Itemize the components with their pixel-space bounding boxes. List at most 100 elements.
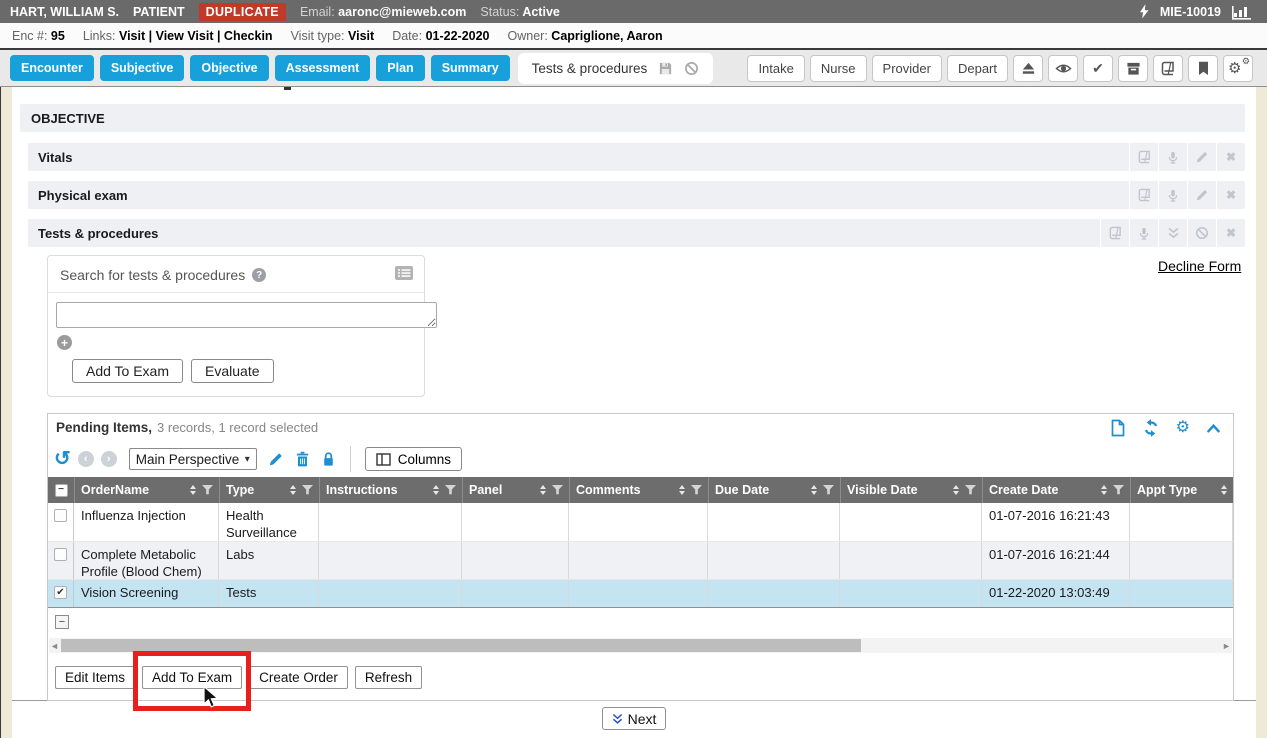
row-checkbox[interactable]	[54, 548, 67, 561]
filter-icon[interactable]	[1113, 485, 1124, 495]
sort-icon[interactable]	[679, 485, 685, 495]
physical-edit-button[interactable]	[1187, 181, 1216, 209]
save-icon[interactable]	[658, 61, 673, 76]
tests-dictate-button[interactable]	[1129, 219, 1158, 247]
col-type[interactable]: Type	[219, 477, 319, 503]
sort-icon[interactable]	[953, 485, 959, 495]
tests-disable-button[interactable]	[1187, 219, 1216, 247]
vitals-dictate-button[interactable]	[1158, 143, 1187, 171]
vitals-reference-button[interactable]	[1129, 143, 1158, 171]
scrollbar-thumb[interactable]	[61, 639, 861, 652]
chart-icon[interactable]	[1231, 4, 1253, 20]
filter-icon[interactable]	[445, 485, 456, 495]
bolt-icon[interactable]	[1139, 4, 1150, 19]
next-button[interactable]: Next	[602, 707, 667, 730]
ban-icon[interactable]	[684, 61, 699, 76]
tab-objective[interactable]: Objective	[190, 55, 268, 81]
add-to-exam-button-top[interactable]: Add To Exam	[72, 359, 183, 383]
plus-icon[interactable]: +	[57, 335, 72, 350]
sort-icon[interactable]	[1101, 485, 1107, 495]
table-row[interactable]: Influenza Injection Health Surveillance …	[48, 503, 1233, 541]
sort-icon[interactable]	[1221, 485, 1227, 495]
col-comments[interactable]: Comments	[569, 477, 708, 503]
grid-settings-icon[interactable]: ⚙	[1176, 420, 1190, 436]
tab-plan[interactable]: Plan	[376, 55, 424, 81]
edit-items-button[interactable]: Edit Items	[55, 666, 135, 689]
undo-icon[interactable]: ↺	[54, 449, 71, 469]
col-ordername[interactable]: OrderName	[74, 477, 219, 503]
new-document-icon[interactable]	[1110, 419, 1126, 437]
bookmark-button[interactable]	[1188, 55, 1218, 82]
filter-icon[interactable]	[965, 485, 976, 495]
col-panel[interactable]: Panel	[462, 477, 569, 503]
perspective-select[interactable]: Main Perspective ▾	[129, 448, 257, 470]
refresh-icon[interactable]	[1142, 419, 1160, 437]
refresh-button[interactable]: Refresh	[355, 666, 422, 689]
physical-dictate-button[interactable]	[1158, 181, 1187, 209]
tab-encounter[interactable]: Encounter	[10, 55, 94, 81]
vitals-edit-button[interactable]	[1187, 143, 1216, 171]
tests-collapse-button[interactable]	[1158, 219, 1187, 247]
collapse-rows-button[interactable]: −	[55, 615, 69, 629]
duplicate-badge[interactable]: DUPLICATE	[199, 3, 286, 21]
col-appt-type[interactable]: Appt Type	[1130, 477, 1233, 503]
physical-exam-section-bar[interactable]: Physical exam	[28, 181, 1245, 209]
row-checkbox-checked[interactable]: ✔	[54, 586, 67, 599]
tests-section-bar[interactable]: Tests & procedures	[28, 219, 1245, 247]
filter-icon[interactable]	[823, 485, 834, 495]
delete-perspective-button[interactable]	[295, 451, 310, 467]
physical-close-button[interactable]: ✖	[1216, 181, 1245, 209]
physical-reference-button[interactable]	[1129, 181, 1158, 209]
scroll-left-icon[interactable]: ◄	[49, 641, 60, 651]
documents-button[interactable]	[1153, 55, 1183, 82]
tab-summary[interactable]: Summary	[431, 55, 510, 81]
col-instructions[interactable]: Instructions	[319, 477, 462, 503]
history-forward-icon[interactable]: ›	[101, 451, 117, 467]
view-button[interactable]	[1048, 55, 1078, 82]
tests-search-input[interactable]	[56, 302, 437, 328]
edit-perspective-button[interactable]	[268, 451, 284, 467]
col-due-date[interactable]: Due Date	[708, 477, 840, 503]
col-create-date[interactable]: Create Date	[982, 477, 1130, 503]
intake-button[interactable]: Intake	[747, 55, 804, 82]
table-row[interactable]: Complete Metabolic Profile (Blood Chem) …	[48, 541, 1233, 579]
sort-icon[interactable]	[433, 485, 439, 495]
filter-icon[interactable]	[552, 485, 563, 495]
eject-button[interactable]	[1013, 55, 1043, 82]
help-icon[interactable]: ?	[252, 268, 266, 282]
filter-icon[interactable]	[302, 485, 313, 495]
settings-button[interactable]: ⚙⚙	[1223, 55, 1253, 82]
sort-icon[interactable]	[190, 485, 196, 495]
tests-reference-button[interactable]	[1100, 219, 1129, 247]
tab-subjective[interactable]: Subjective	[100, 55, 185, 81]
decline-form-link[interactable]: Decline Form	[1158, 258, 1241, 274]
depart-button[interactable]: Depart	[947, 55, 1008, 82]
col-visible-date[interactable]: Visible Date	[840, 477, 982, 503]
scroll-right-icon[interactable]: ►	[1221, 641, 1232, 651]
list-view-button[interactable]	[394, 265, 414, 286]
history-back-icon[interactable]: ‹	[78, 451, 94, 467]
encounter-links[interactable]: Visit | View Visit | Checkin	[119, 29, 273, 43]
horizontal-scrollbar[interactable]: ◄ ►	[49, 638, 1232, 653]
lock-perspective-button[interactable]	[321, 451, 336, 467]
row-checkbox[interactable]	[54, 509, 67, 522]
filter-icon[interactable]	[691, 485, 702, 495]
sort-icon[interactable]	[290, 485, 296, 495]
filter-icon[interactable]	[202, 485, 213, 495]
evaluate-button[interactable]: Evaluate	[191, 359, 273, 383]
sort-icon[interactable]	[540, 485, 546, 495]
vitals-close-button[interactable]: ✖	[1216, 143, 1245, 171]
collapse-panel-icon[interactable]	[1206, 422, 1221, 434]
nurse-button[interactable]: Nurse	[810, 55, 867, 82]
select-all-checkbox[interactable]: −	[55, 484, 68, 497]
tab-assessment[interactable]: Assessment	[275, 55, 371, 81]
vitals-section-bar[interactable]: Vitals	[28, 143, 1245, 171]
table-row-selected[interactable]: ✔ Vision Screening Tests 01-22-2020 13:0…	[48, 579, 1233, 607]
sort-icon[interactable]	[811, 485, 817, 495]
create-order-button[interactable]: Create Order	[249, 666, 348, 689]
provider-button[interactable]: Provider	[872, 55, 942, 82]
sign-button[interactable]: ✔	[1083, 55, 1113, 82]
columns-button[interactable]: Columns	[365, 447, 462, 471]
add-to-exam-button[interactable]: Add To Exam	[142, 666, 242, 689]
archive-button[interactable]	[1118, 55, 1148, 82]
